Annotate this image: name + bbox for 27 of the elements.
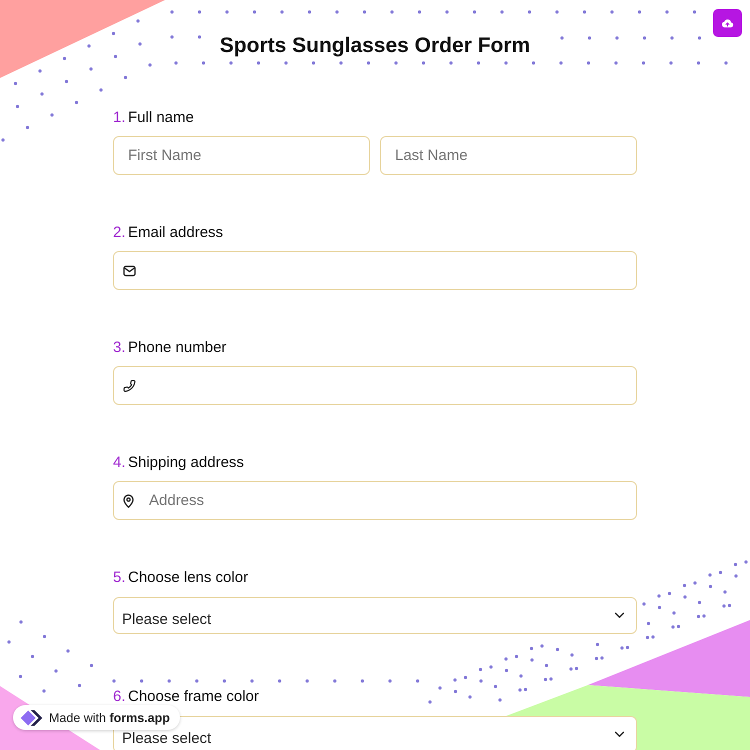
upload-button[interactable] (713, 9, 742, 37)
question-number: 4. (113, 454, 127, 470)
map-pin-icon (123, 494, 134, 508)
mail-icon (123, 265, 136, 276)
question-number: 5. (113, 568, 127, 586)
question-number: 6. (113, 688, 127, 704)
chevron-down-icon (614, 731, 625, 738)
name-field[interactable]: First Name (113, 136, 370, 175)
question-label: Choose frame color (128, 688, 259, 704)
made-with-badge[interactable]: Made with forms.app (13, 705, 180, 730)
question-number: 3. (113, 338, 127, 356)
question-number: 2. (113, 224, 127, 240)
cloud-upload-icon (721, 18, 734, 28)
question-number: 1. (113, 108, 127, 126)
dropdown[interactable]: Please select (113, 597, 637, 634)
form-title: Sports Sunglasses Order Form (220, 33, 530, 59)
phone-field[interactable] (113, 366, 637, 405)
question-label: Choose lens color (128, 568, 248, 586)
question-label: Full name (128, 108, 194, 126)
email-field[interactable] (113, 251, 637, 290)
question-label: Email address (128, 224, 224, 240)
phone-icon (123, 379, 136, 392)
address-field[interactable]: Address (113, 481, 637, 520)
chevron-down-icon (614, 612, 625, 619)
name-field[interactable]: Last Name (380, 136, 637, 175)
question-label: Shipping address (128, 454, 244, 470)
question-label: Phone number (128, 338, 226, 356)
